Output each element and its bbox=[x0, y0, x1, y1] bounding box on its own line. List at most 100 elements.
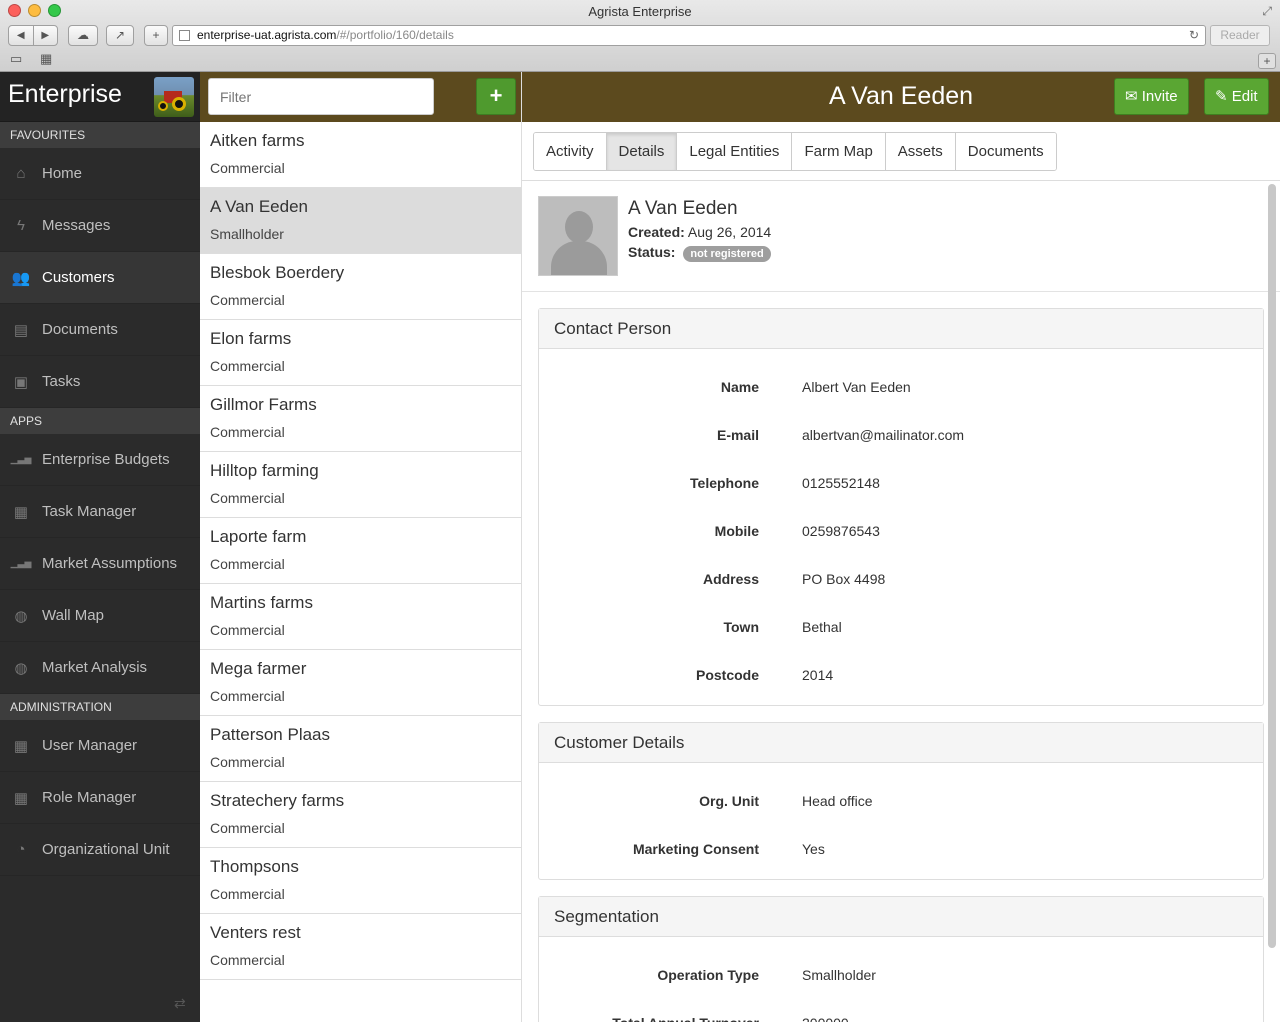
field-row: E-mail albertvan@mailinator.com bbox=[539, 411, 1263, 459]
sidebar-item-messages[interactable]: ϟ Messages bbox=[0, 200, 200, 252]
list-item[interactable]: Elon farms Commercial bbox=[200, 320, 521, 386]
globe-icon: ◍ bbox=[14, 607, 28, 625]
field-value: Smallholder bbox=[802, 967, 876, 983]
field-label: Postcode bbox=[695, 667, 759, 683]
list-item[interactable]: Stratechery farms Commercial bbox=[200, 782, 521, 848]
list-item[interactable]: Gillmor Farms Commercial bbox=[200, 386, 521, 452]
sidebar-item-label: Home bbox=[42, 165, 83, 182]
sidebar-item-label: User Manager bbox=[42, 737, 138, 754]
edit-label: Edit bbox=[1231, 88, 1258, 105]
share-button[interactable]: ↗ bbox=[106, 25, 134, 46]
list-item[interactable]: Laporte farm Commercial bbox=[200, 518, 521, 584]
sidebar-item-enterprise-budgets[interactable]: ▁▃▅ Enterprise Budgets bbox=[0, 434, 200, 486]
field-row: Postcode 2014 bbox=[539, 651, 1263, 699]
field-label: Name bbox=[720, 379, 759, 395]
sidebar-item-user-manager[interactable]: ▦ User Manager bbox=[0, 720, 200, 772]
customer-type: Commercial bbox=[210, 490, 285, 506]
pencil-icon: ✎ bbox=[1215, 88, 1228, 105]
status-badge: not registered bbox=[683, 246, 771, 262]
tab-activity[interactable]: Activity bbox=[534, 133, 606, 170]
segmentation-panel: Segmentation Operation Type Smallholder Tot… bbox=[538, 896, 1264, 1022]
sidebar-item-customers[interactable]: 👥 Customers bbox=[0, 252, 200, 304]
sidebar-item-market-assumptions[interactable]: ▁▃▅ Market Assumptions bbox=[0, 538, 200, 590]
sidebar: Enterprise FAVOURITES ⌂ Home ϟ Messages 👥 Cust… bbox=[0, 72, 200, 1022]
bar-chart-icon: ▁▃▅ bbox=[10, 558, 32, 568]
customer-type: Commercial bbox=[210, 820, 285, 836]
field-value: 0259876543 bbox=[802, 523, 880, 539]
field-value: 0125552148 bbox=[802, 475, 880, 491]
filter-input[interactable] bbox=[208, 78, 434, 115]
list-toolbar: + bbox=[200, 72, 521, 122]
tab-details[interactable]: Details bbox=[605, 133, 677, 170]
sidebar-item-task-manager[interactable]: ▦ Task Manager bbox=[0, 486, 200, 538]
reload-icon[interactable]: ↻ bbox=[1189, 26, 1199, 45]
customer-name: Laporte farm bbox=[210, 527, 307, 546]
field-label: Operation Type bbox=[657, 967, 759, 983]
tab-farm-map[interactable]: Farm Map bbox=[791, 133, 885, 170]
field-label: Org. Unit bbox=[699, 793, 759, 809]
customer-type: Commercial bbox=[210, 886, 285, 902]
sidebar-item-market-analysis[interactable]: ◍ Market Analysis bbox=[0, 642, 200, 694]
list-item[interactable]: Hilltop farming Commercial bbox=[200, 452, 521, 518]
avatar bbox=[538, 196, 618, 276]
tab-documents[interactable]: Documents bbox=[954, 133, 1056, 170]
sidebar-item-label: Customers bbox=[42, 269, 115, 286]
customer-type: Commercial bbox=[210, 292, 285, 308]
add-bookmark-button[interactable]: + bbox=[144, 25, 168, 46]
edit-button[interactable]: ✎ Edit bbox=[1204, 78, 1269, 115]
top-sites-icon[interactable]: ▦ bbox=[40, 51, 52, 67]
tab-legal-entities[interactable]: Legal Entities bbox=[676, 133, 792, 170]
bookmarks-icon[interactable]: ▭ bbox=[10, 51, 22, 67]
sidebar-item-label: Messages bbox=[42, 217, 111, 234]
add-customer-button[interactable]: + bbox=[476, 78, 516, 115]
browser-chrome: Agrista Enterprise ⤢ ◀ ▶ ☁ ↗ + enterpris… bbox=[0, 0, 1280, 72]
company-logo bbox=[154, 77, 194, 117]
forward-icon[interactable]: ▶ bbox=[32, 26, 58, 45]
panel-title: Segmentation bbox=[539, 897, 1263, 937]
sidebar-item-role-manager[interactable]: ▦ Role Manager bbox=[0, 772, 200, 824]
customer-type: Commercial bbox=[210, 160, 285, 176]
list-item[interactable]: Mega farmer Commercial bbox=[200, 650, 521, 716]
sidebar-item-label: Tasks bbox=[42, 373, 81, 390]
fullscreen-icon[interactable]: ⤢ bbox=[1262, 4, 1272, 19]
field-row: Address PO Box 4498 bbox=[539, 555, 1263, 603]
list-item[interactable]: A Van Eeden Smallholder bbox=[200, 188, 521, 254]
back-icon[interactable]: ◀ bbox=[9, 26, 33, 45]
share-icon: ↗ bbox=[114, 28, 126, 42]
field-label: Mobile bbox=[714, 523, 759, 539]
field-value: PO Box 4498 bbox=[802, 571, 886, 587]
address-bar[interactable]: enterprise-uat.agrista.com/#/portfolio/1… bbox=[172, 25, 1206, 46]
new-tab-button[interactable]: + bbox=[1258, 53, 1276, 69]
tab-bar: Activity Details Legal Entities Farm Map Ass… bbox=[522, 122, 1280, 181]
list-item[interactable]: Blesbok Boerdery Commercial bbox=[200, 254, 521, 320]
brand-name[interactable]: Enterprise bbox=[8, 80, 122, 109]
field-row: Mobile 0259876543 bbox=[539, 507, 1263, 555]
sidebar-item-wall-map[interactable]: ◍ Wall Map bbox=[0, 590, 200, 642]
field-value: 200000 bbox=[802, 1015, 849, 1022]
brand-header: Enterprise bbox=[0, 72, 200, 122]
panel-title: Customer Details bbox=[539, 723, 1263, 763]
list-item[interactable]: Martins farms Commercial bbox=[200, 584, 521, 650]
sidebar-item-organizational-unit[interactable]: ◔ Organizational Unit bbox=[0, 824, 200, 876]
list-item[interactable]: Patterson Plaas Commercial bbox=[200, 716, 521, 782]
icloud-tabs-button[interactable]: ☁ bbox=[68, 25, 98, 46]
collapse-sidebar-icon[interactable]: ⇄ bbox=[174, 995, 186, 1012]
pie-chart-icon: ◔ bbox=[16, 841, 26, 858]
detail-scroll-area[interactable]: A Van Eeden Created: Aug 26, 2014 Status… bbox=[522, 182, 1280, 1022]
reader-button[interactable]: Reader bbox=[1210, 25, 1270, 46]
sidebar-item-home[interactable]: ⌂ Home bbox=[0, 148, 200, 200]
list-item[interactable]: Aitken farms Commercial bbox=[200, 122, 521, 188]
sidebar-item-documents[interactable]: ▤ Documents bbox=[0, 304, 200, 356]
invite-button[interactable]: ✉ Invite bbox=[1114, 78, 1189, 115]
invite-label: Invite bbox=[1141, 88, 1178, 105]
customer-detail: A Van Eeden ✉ Invite ✎ Edit Activity Deta… bbox=[522, 72, 1280, 1022]
customer-type: Commercial bbox=[210, 622, 285, 638]
sidebar-item-tasks[interactable]: ▣ Tasks bbox=[0, 356, 200, 408]
tab-assets[interactable]: Assets bbox=[884, 133, 955, 170]
list-item[interactable]: Venters rest Commercial bbox=[200, 914, 521, 980]
scrollbar-thumb[interactable] bbox=[1268, 184, 1276, 948]
id-card-icon: ▦ bbox=[13, 789, 29, 807]
list-item[interactable]: Thompsons Commercial bbox=[200, 848, 521, 914]
customer-type: Smallholder bbox=[210, 226, 284, 242]
users-icon: 👥 bbox=[11, 269, 31, 287]
